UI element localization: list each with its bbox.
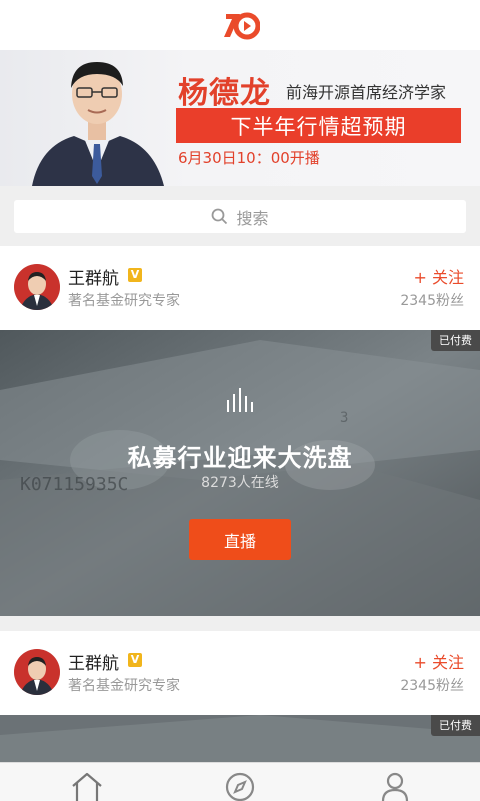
avatar[interactable] <box>14 264 60 310</box>
paid-badge: 已付费 <box>431 330 480 351</box>
promo-banner[interactable]: 杨德龙 前海开源首席经济学家 下半年行情超预期 6月30日10：00开播 <box>0 50 480 186</box>
search-input[interactable]: 搜索 <box>14 200 466 233</box>
online-count: 8273人在线 <box>201 475 279 491</box>
author-title: 著名基金研究专家 <box>68 293 180 309</box>
follow-button[interactable]: + 关注 <box>414 264 465 288</box>
search-area: 搜索 <box>0 186 480 246</box>
live-button[interactable]: 直播 <box>189 519 291 560</box>
verified-icon: V <box>128 653 142 667</box>
author-row[interactable]: 王群航 V 著名基金研究专家 + 关注 2345粉丝 <box>0 246 480 330</box>
fans-count: 2345粉丝 <box>400 678 464 694</box>
verified-icon: V <box>128 268 142 282</box>
banner-speaker-name: 杨德龙 <box>178 76 271 111</box>
live-audio-icon <box>227 388 253 412</box>
speaker-photo <box>32 62 164 186</box>
avatar[interactable] <box>14 649 60 695</box>
live-title: 私募行业迎来大洗盘 <box>127 444 353 472</box>
compass-icon[interactable] <box>223 771 257 801</box>
live-card[interactable]: K07115935C 3 已付费 私募行业迎来大洗盘 8273人在线 直播 <box>0 330 480 616</box>
banner-headline: 下半年行情超预期 <box>176 108 461 143</box>
money-background-image <box>0 715 480 762</box>
search-placeholder: 搜索 <box>236 208 269 228</box>
author-name[interactable]: 王群航 <box>68 264 119 289</box>
bottom-tab-bar <box>0 762 480 801</box>
top-bar <box>0 0 480 50</box>
search-icon <box>212 208 228 225</box>
paid-badge: 已付费 <box>431 715 480 736</box>
follow-button[interactable]: + 关注 <box>414 649 465 673</box>
app-logo <box>224 12 260 40</box>
fans-count: 2345粉丝 <box>400 293 464 309</box>
banner-date: 6月30日10：00开播 <box>178 149 320 167</box>
live-card[interactable]: 已付费 <box>0 715 480 762</box>
svg-text:3: 3 <box>340 410 348 426</box>
author-name[interactable]: 王群航 <box>68 649 119 674</box>
home-icon[interactable] <box>70 771 104 801</box>
author-title: 著名基金研究专家 <box>68 678 180 694</box>
user-icon[interactable] <box>378 771 412 801</box>
banner-speaker-title: 前海开源首席经济学家 <box>286 83 447 102</box>
author-row[interactable]: 王群航 V 著名基金研究专家 + 关注 2345粉丝 <box>0 631 480 715</box>
